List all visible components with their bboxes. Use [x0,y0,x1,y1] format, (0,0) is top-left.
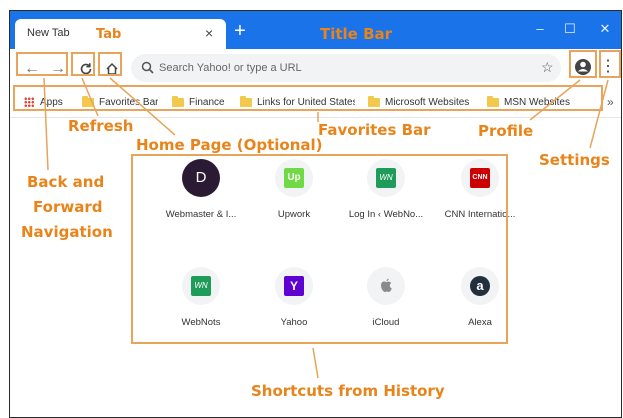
annotation-refresh: Refresh [68,117,134,135]
annotation-back-forward-1: Back and [27,173,105,191]
annotation-favorites-bar: Favorites Bar [318,121,431,139]
back-forward-highlight [16,52,68,76]
more-bookmarks-icon[interactable]: » [607,95,614,109]
annotation-back-forward-3: Navigation [21,223,113,241]
annotation-settings: Settings [539,151,610,169]
search-icon [141,61,154,74]
address-bar-placeholder: Search Yahoo! or type a URL [159,62,302,74]
annotation-tab: Tab [96,27,122,42]
settings-highlight [599,50,621,78]
refresh-highlight [71,52,95,76]
annotation-title-bar: Title Bar [320,25,393,43]
tab-close-icon[interactable]: × [205,25,213,41]
profile-highlight [569,50,597,78]
annotation-back-forward-2: Forward [33,198,103,216]
bookmark-star-icon[interactable]: ☆ [541,59,554,76]
new-tab-button[interactable]: + [230,21,250,41]
maximize-button[interactable]: ☐ [560,19,580,39]
annotation-profile: Profile [478,122,534,140]
shortcuts-highlight [131,154,508,344]
address-bar[interactable]: Search Yahoo! or type a URL ☆ [131,54,561,82]
annotation-shortcuts: Shortcuts from History [251,382,445,400]
minimize-button[interactable]: – [530,19,550,39]
close-window-button[interactable]: ✕ [595,19,615,39]
favorites-bar-highlight [13,85,603,111]
annotation-home-page: Home Page (Optional) [136,136,323,154]
home-highlight [98,52,122,76]
tab-title: New Tab [27,27,70,39]
